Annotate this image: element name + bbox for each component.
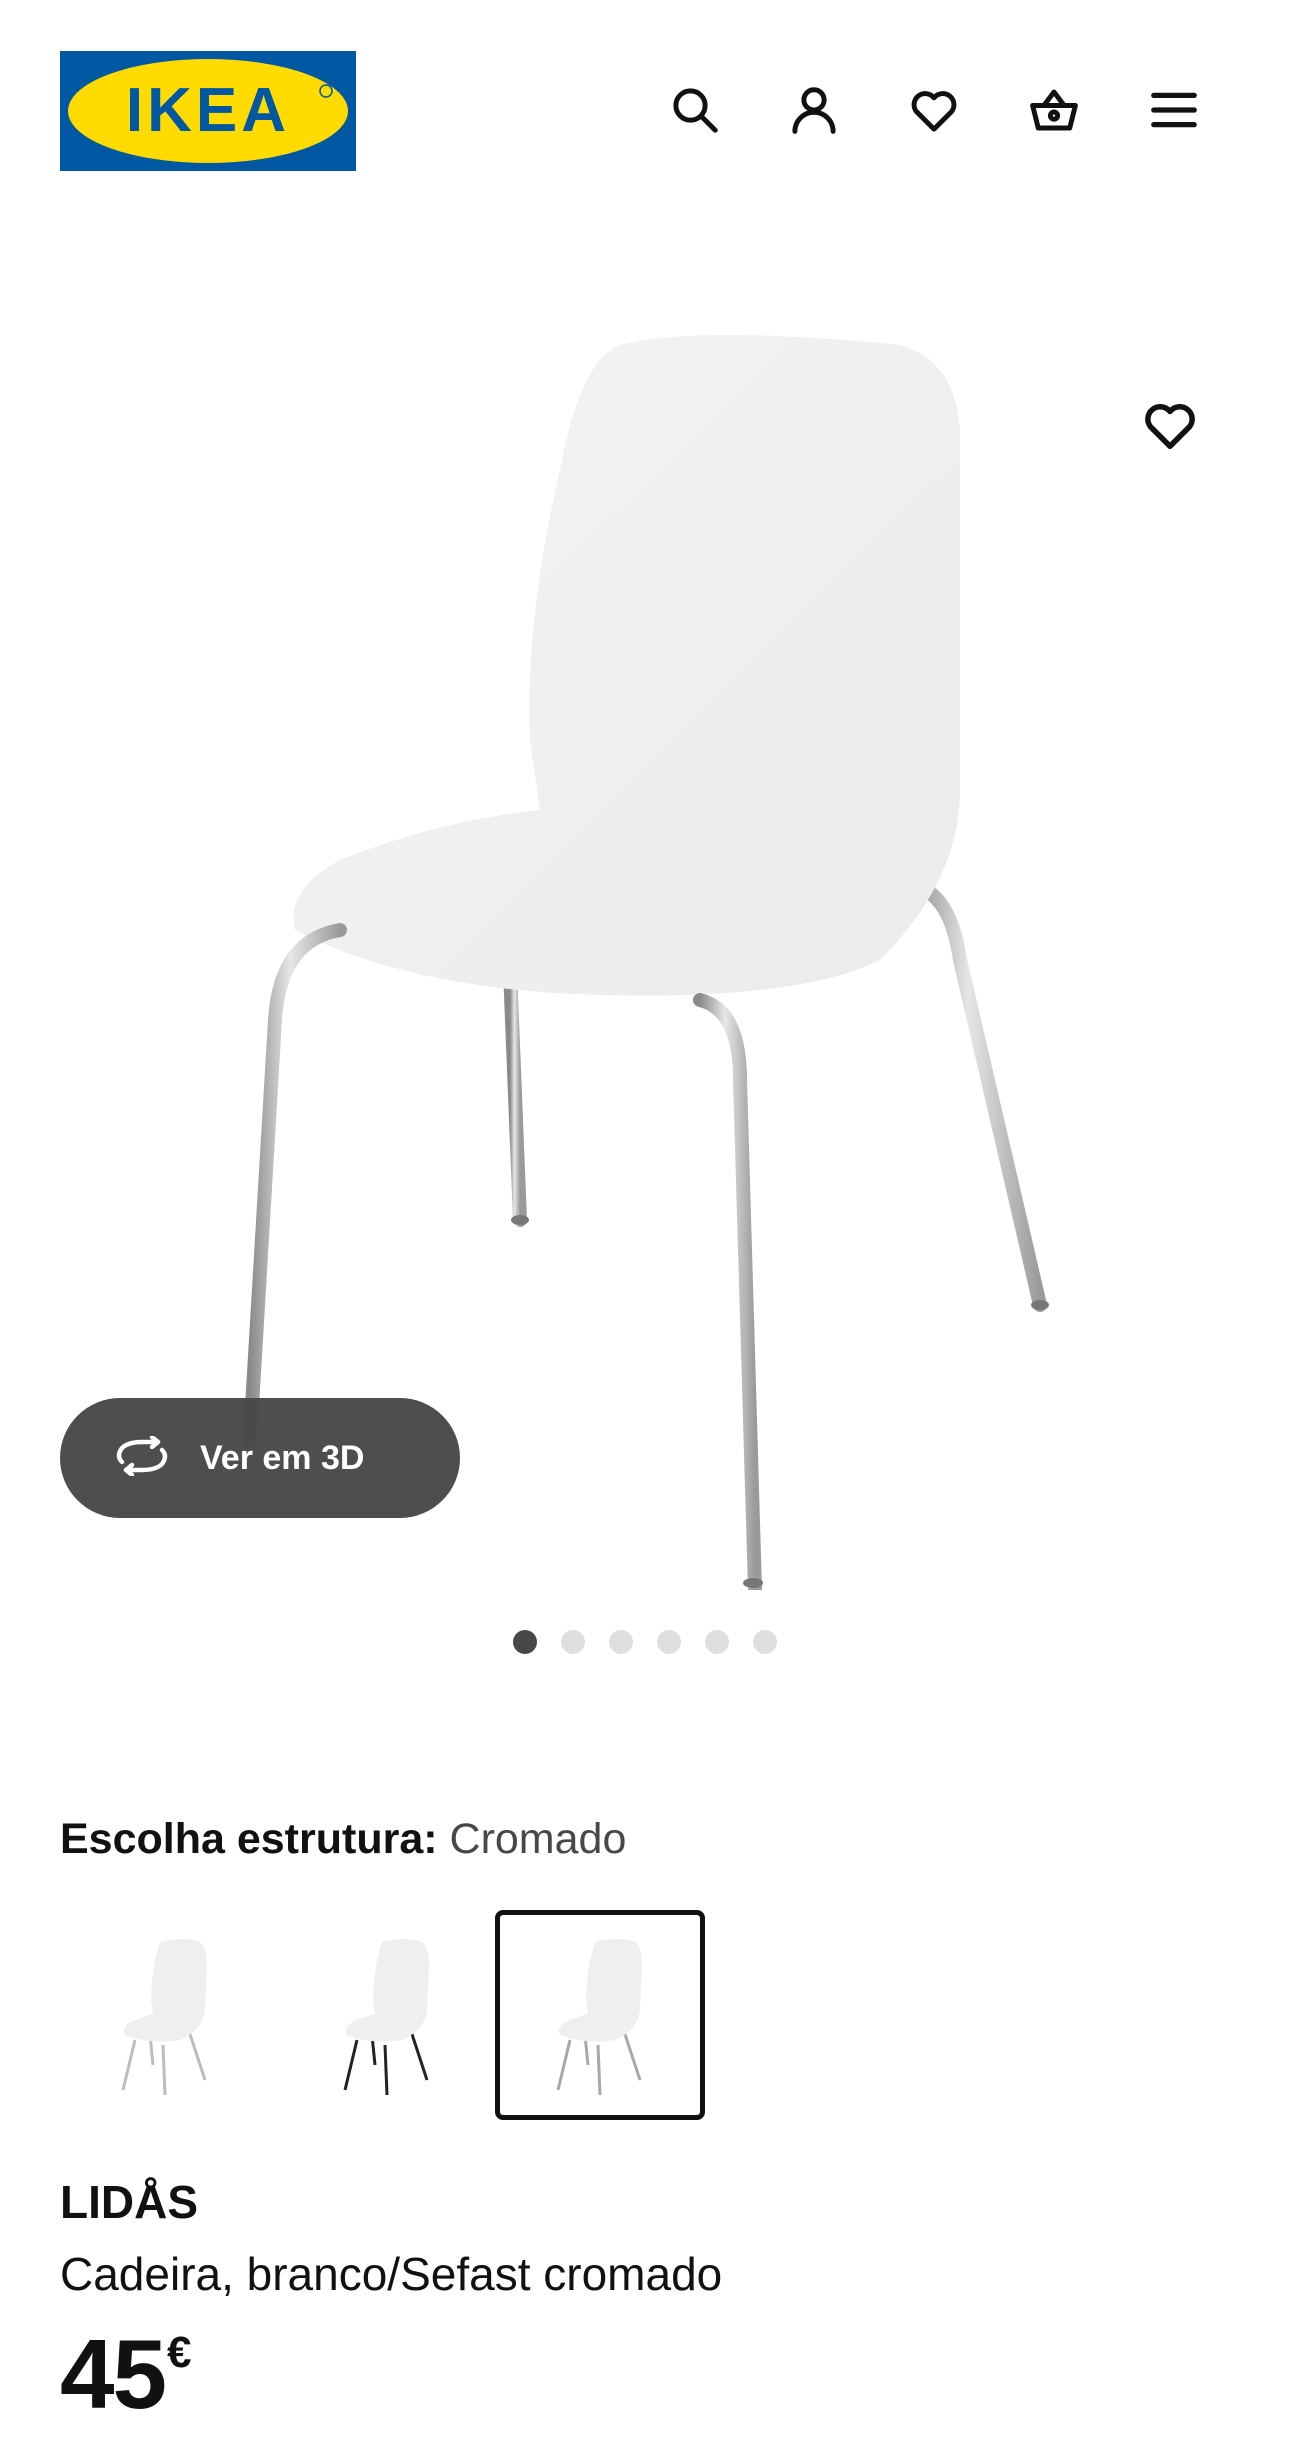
variant-label: Escolha estrutura: bbox=[60, 1815, 438, 1863]
pagination-dot[interactable] bbox=[513, 1630, 537, 1654]
view-3d-label: Ver em 3D bbox=[200, 1438, 365, 1477]
pagination-dot[interactable] bbox=[609, 1630, 633, 1654]
product-name: LIDÅS bbox=[60, 2176, 198, 2228]
variant-option-white[interactable] bbox=[60, 1910, 270, 2120]
rotate-3d-icon bbox=[110, 1434, 174, 1481]
pagination-dot[interactable] bbox=[753, 1630, 777, 1654]
save-favourite-icon[interactable] bbox=[1140, 395, 1200, 455]
view-3d-button[interactable]: Ver em 3D bbox=[60, 1398, 460, 1518]
product-description: Cadeira, branco/Sefast cromado bbox=[60, 2248, 723, 2300]
pagination-dot[interactable] bbox=[657, 1630, 681, 1654]
product-price: 45€ bbox=[60, 2325, 192, 2423]
pagination-dot[interactable] bbox=[705, 1630, 729, 1654]
heart-icon[interactable] bbox=[904, 80, 964, 140]
variant-option-black[interactable] bbox=[282, 1910, 492, 2120]
account-icon[interactable] bbox=[784, 80, 844, 140]
price-currency: € bbox=[167, 2328, 192, 2377]
variant-option-chrome[interactable] bbox=[495, 1910, 705, 2120]
search-icon[interactable] bbox=[665, 80, 725, 140]
variant-chooser-label: Escolha estrutura: Cromado bbox=[60, 1815, 626, 1864]
price-amount: 45 bbox=[60, 2319, 167, 2429]
gallery-pagination bbox=[0, 1630, 1290, 1660]
menu-icon[interactable] bbox=[1144, 80, 1204, 140]
pagination-dot[interactable] bbox=[561, 1630, 585, 1654]
ikea-logo[interactable]: IKEA bbox=[60, 51, 356, 171]
logo-text: IKEA bbox=[126, 76, 290, 145]
variant-value: Cromado bbox=[449, 1815, 627, 1863]
basket-icon[interactable] bbox=[1024, 80, 1084, 140]
